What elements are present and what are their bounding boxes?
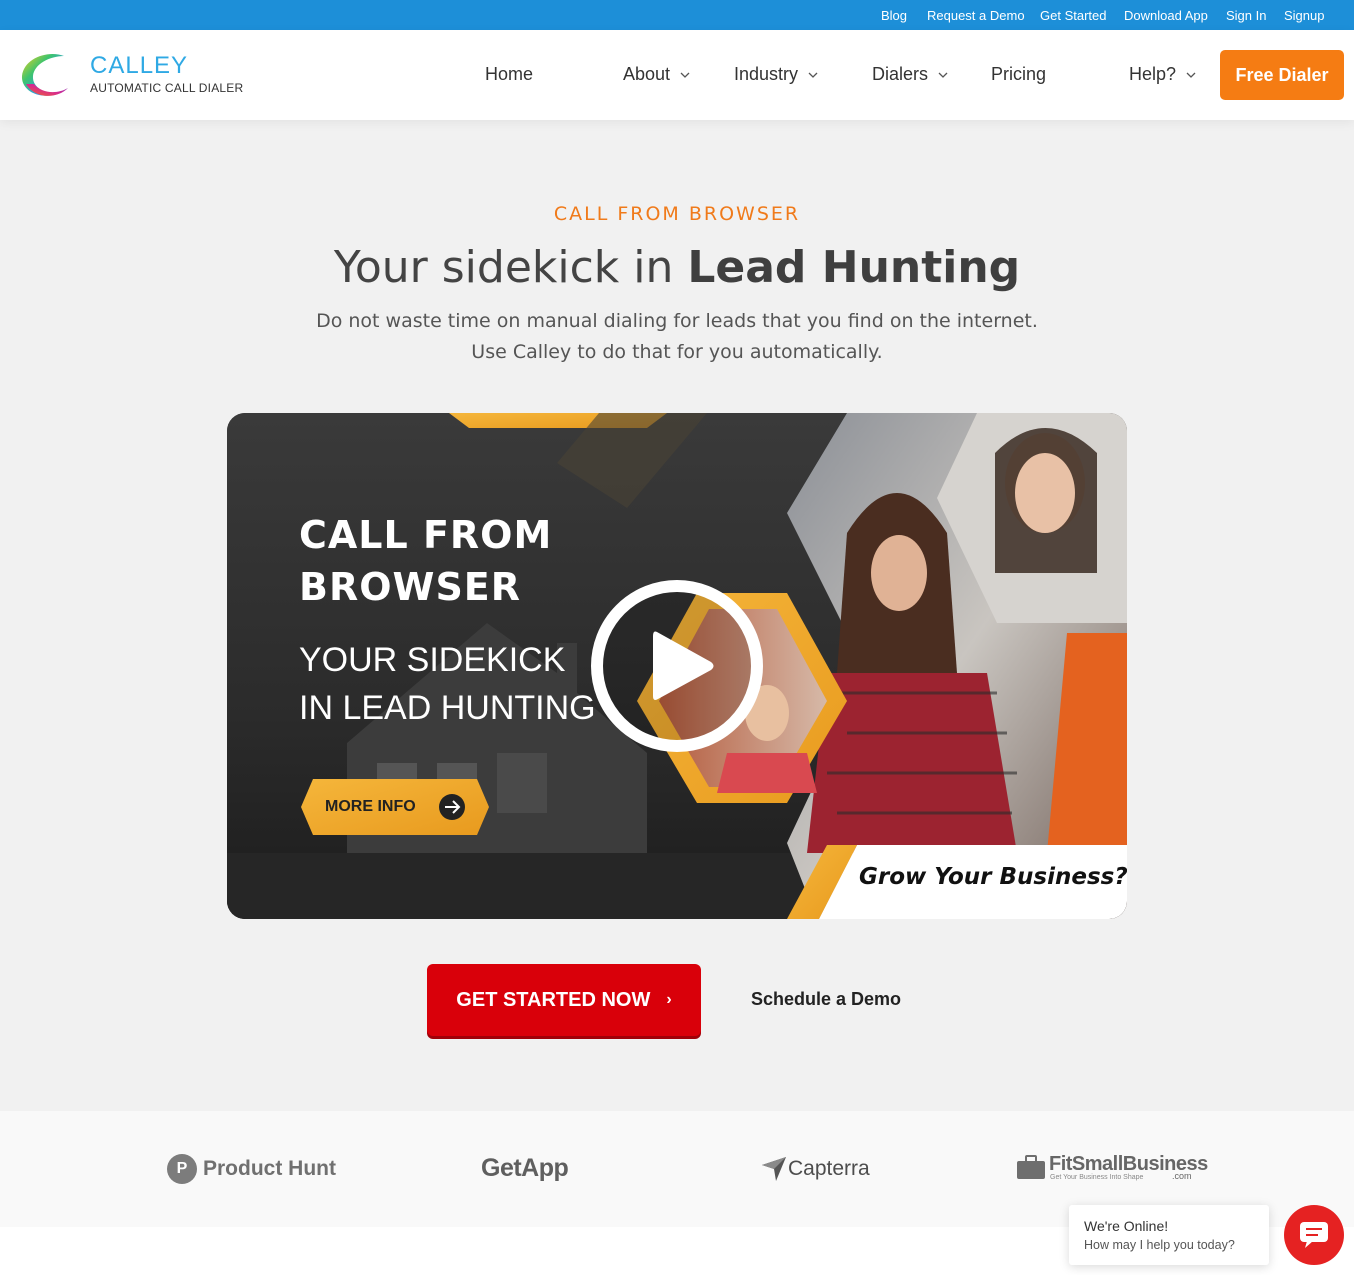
banner-title-line2: BROWSER xyxy=(299,565,522,609)
headline-plain: Your sidekick in xyxy=(333,242,688,293)
chat-greeting-bubble[interactable]: We're Online! How may I help you today? xyxy=(1069,1205,1269,1265)
nav-item-industry[interactable]: Industry xyxy=(734,64,820,85)
nav-label-help: Help? xyxy=(1129,64,1177,84)
nav-item-home[interactable]: Home xyxy=(485,64,533,85)
capterra-arrow-icon xyxy=(762,1157,786,1181)
nav-label-home: Home xyxy=(485,64,534,84)
get-started-label: GET STARTED NOW xyxy=(456,988,651,1011)
topbar-link-signup[interactable]: Signup xyxy=(1284,8,1324,23)
product-hunt-name: Product Hunt xyxy=(203,1157,336,1180)
topbar-link-blog[interactable]: Blog xyxy=(881,8,907,23)
main-header: CALLEY AUTOMATIC CALL DIALER Home About … xyxy=(0,30,1354,120)
topbar-link-sign-in[interactable]: Sign In xyxy=(1226,8,1266,23)
banner-subtitle-line1: YOUR SIDEKICK xyxy=(299,641,566,679)
capterra-name: Capterra xyxy=(788,1157,870,1180)
briefcase-icon xyxy=(1017,1155,1045,1179)
more-info-label: MORE INFO xyxy=(325,798,416,815)
banner-tagline: Grow Your Business? xyxy=(859,864,1127,890)
capterra-logo[interactable]: Capterra xyxy=(762,1157,870,1181)
chat-title: We're Online! xyxy=(1084,1218,1169,1234)
chevron-down-icon xyxy=(1186,72,1196,78)
nav-item-help[interactable]: Help? xyxy=(1129,64,1198,85)
hero-eyebrow: CALL FROM BROWSER xyxy=(553,203,801,225)
getapp-logo[interactable]: GetApp xyxy=(481,1154,569,1183)
topbar-link-download-app[interactable]: Download App xyxy=(1124,8,1208,23)
product-hunt-logo[interactable]: P Product Hunt xyxy=(167,1154,336,1184)
nav-label-pricing: Pricing xyxy=(991,64,1047,84)
get-started-now-button[interactable]: GET STARTED NOW › xyxy=(427,964,701,1036)
fitsmallbusiness-suffix: .com xyxy=(1172,1171,1192,1181)
logo-wordmark[interactable]: CALLEY xyxy=(90,52,188,80)
chat-subtitle: How may I help you today? xyxy=(1084,1238,1235,1252)
schedule-demo-link[interactable]: Schedule a Demo xyxy=(751,989,901,1010)
chat-bubble-icon xyxy=(1300,1222,1328,1248)
banner-title-line1: CALL FROM xyxy=(299,513,553,557)
topbar-link-get-started[interactable]: Get Started xyxy=(1040,8,1106,23)
chevron-down-icon xyxy=(938,72,948,78)
product-hunt-icon: P xyxy=(167,1154,197,1184)
fitsmallbusiness-tagline: Get Your Business Into Shape xyxy=(1050,1174,1144,1181)
headline-bold: Lead Hunting xyxy=(687,242,1021,293)
nav-item-pricing[interactable]: Pricing xyxy=(991,64,1046,85)
hero-subtext-line2: Use Calley to do that for you automatica… xyxy=(471,341,883,363)
chevron-right-icon: › xyxy=(666,991,672,1008)
logo-tagline: AUTOMATIC CALL DIALER xyxy=(90,81,244,95)
nav-item-about[interactable]: About xyxy=(623,64,692,85)
chevron-down-icon xyxy=(808,72,818,78)
nav-label-about: About xyxy=(623,64,671,84)
free-dialer-button[interactable]: Free Dialer xyxy=(1220,50,1344,100)
banner-subtitle-line2: IN LEAD HUNTING xyxy=(299,689,596,727)
play-icon[interactable] xyxy=(587,576,767,756)
topbar-link-request-demo[interactable]: Request a Demo xyxy=(927,8,1025,23)
chevron-down-icon xyxy=(680,72,690,78)
video-banner[interactable]: CALL FROM BROWSER YOUR SIDEKICK IN LEAD … xyxy=(227,413,1127,919)
hero-headline: Your sidekick in Lead Hunting xyxy=(0,242,1354,293)
top-utility-bar: Blog Request a Demo Get Started Download… xyxy=(0,0,1354,30)
hero-subtext-line1: Do not waste time on manual dialing for … xyxy=(316,310,1038,332)
chat-launcher-button[interactable] xyxy=(1284,1205,1344,1265)
calley-logo-icon[interactable] xyxy=(18,50,72,102)
nav-label-industry: Industry xyxy=(734,64,799,84)
nav-item-dialers[interactable]: Dialers xyxy=(872,64,950,85)
nav-label-dialers: Dialers xyxy=(872,64,929,84)
